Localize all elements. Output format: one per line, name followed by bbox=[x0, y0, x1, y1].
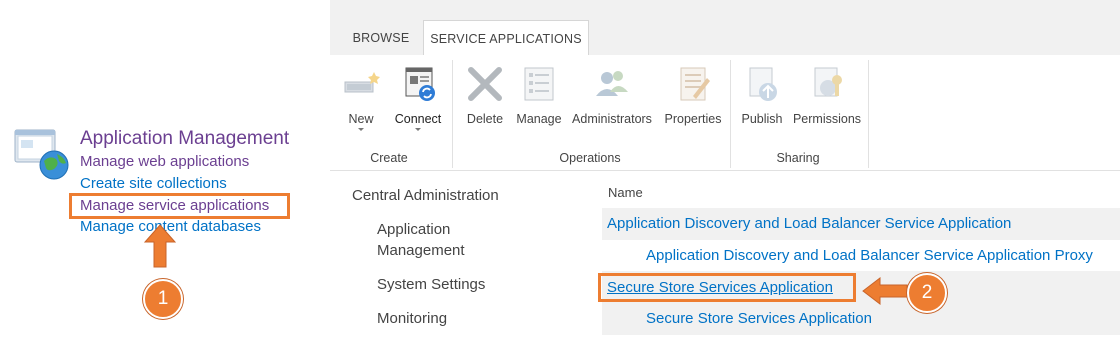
table-row: Application Discovery and Load Balancer … bbox=[602, 240, 1120, 272]
service-application-link[interactable]: Application Discovery and Load Balancer … bbox=[607, 215, 1011, 232]
permissions-button[interactable]: Permissions bbox=[792, 64, 862, 126]
administrators-icon bbox=[592, 64, 632, 104]
permissions-button-label: Permissions bbox=[792, 112, 862, 126]
group-divider bbox=[730, 60, 731, 168]
connect-button-label: Connect bbox=[394, 112, 442, 126]
manage-button-label: Manage bbox=[516, 112, 562, 126]
service-application-proxy-link[interactable]: Application Discovery and Load Balancer … bbox=[646, 247, 1093, 264]
group-label-operations: Operations bbox=[559, 151, 621, 165]
arrow-up-icon bbox=[143, 224, 177, 268]
application-management-icon bbox=[14, 128, 74, 182]
publish-icon bbox=[742, 64, 782, 104]
quick-launch-application-management-line2[interactable]: Management bbox=[377, 242, 465, 259]
table-row: Secure Store Services Application bbox=[602, 303, 1120, 335]
connect-icon bbox=[398, 64, 438, 104]
new-button[interactable]: New bbox=[340, 64, 382, 131]
properties-icon bbox=[673, 64, 713, 104]
column-header-name[interactable]: Name bbox=[608, 185, 643, 200]
secure-store-service-proxy-link[interactable]: Secure Store Services Application bbox=[646, 310, 872, 327]
quick-launch-system-settings[interactable]: System Settings bbox=[377, 276, 485, 293]
quick-launch-monitoring[interactable]: Monitoring bbox=[377, 310, 447, 327]
arrow-left-icon bbox=[862, 276, 908, 306]
group-label-sharing: Sharing bbox=[776, 151, 820, 165]
step-badge-2: 2 bbox=[907, 273, 947, 313]
chevron-down-icon bbox=[358, 128, 364, 131]
application-management-title: Application Management bbox=[80, 128, 290, 149]
publish-button-label: Publish bbox=[741, 112, 783, 126]
highlight-box-secure-store bbox=[598, 273, 856, 302]
tab-service-applications[interactable]: SERVICE APPLICATIONS bbox=[423, 20, 589, 56]
quick-launch-central-administration[interactable]: Central Administration bbox=[352, 187, 499, 204]
delete-icon bbox=[465, 64, 505, 104]
new-button-label: New bbox=[348, 112, 374, 126]
group-label-create: Create bbox=[370, 151, 408, 165]
step-badge-1: 1 bbox=[143, 279, 183, 319]
properties-button-label: Properties bbox=[664, 112, 722, 126]
administrators-button-label: Administrators bbox=[572, 112, 652, 126]
group-divider bbox=[452, 60, 453, 168]
administrators-button[interactable]: Administrators bbox=[568, 64, 656, 126]
chevron-down-icon bbox=[415, 128, 421, 131]
quick-launch-application-management[interactable]: Application bbox=[377, 221, 450, 238]
delete-button-label: Delete bbox=[466, 112, 504, 126]
permissions-icon bbox=[807, 64, 847, 104]
manage-button[interactable]: Manage bbox=[514, 64, 564, 126]
create-site-collections-link[interactable]: Create site collections bbox=[80, 175, 227, 192]
manage-web-applications-link[interactable]: Manage web applications bbox=[80, 153, 249, 170]
tab-browse[interactable]: BROWSE bbox=[345, 20, 417, 55]
manage-icon bbox=[519, 64, 559, 104]
highlight-box-manage-service-applications bbox=[69, 193, 290, 219]
table-row: Application Discovery and Load Balancer … bbox=[602, 208, 1120, 240]
delete-button[interactable]: Delete bbox=[462, 64, 508, 126]
connect-button[interactable]: Connect bbox=[392, 64, 444, 131]
new-service-icon bbox=[341, 64, 381, 104]
group-divider bbox=[868, 60, 869, 168]
properties-button[interactable]: Properties bbox=[660, 64, 726, 126]
publish-button[interactable]: Publish bbox=[738, 64, 786, 126]
